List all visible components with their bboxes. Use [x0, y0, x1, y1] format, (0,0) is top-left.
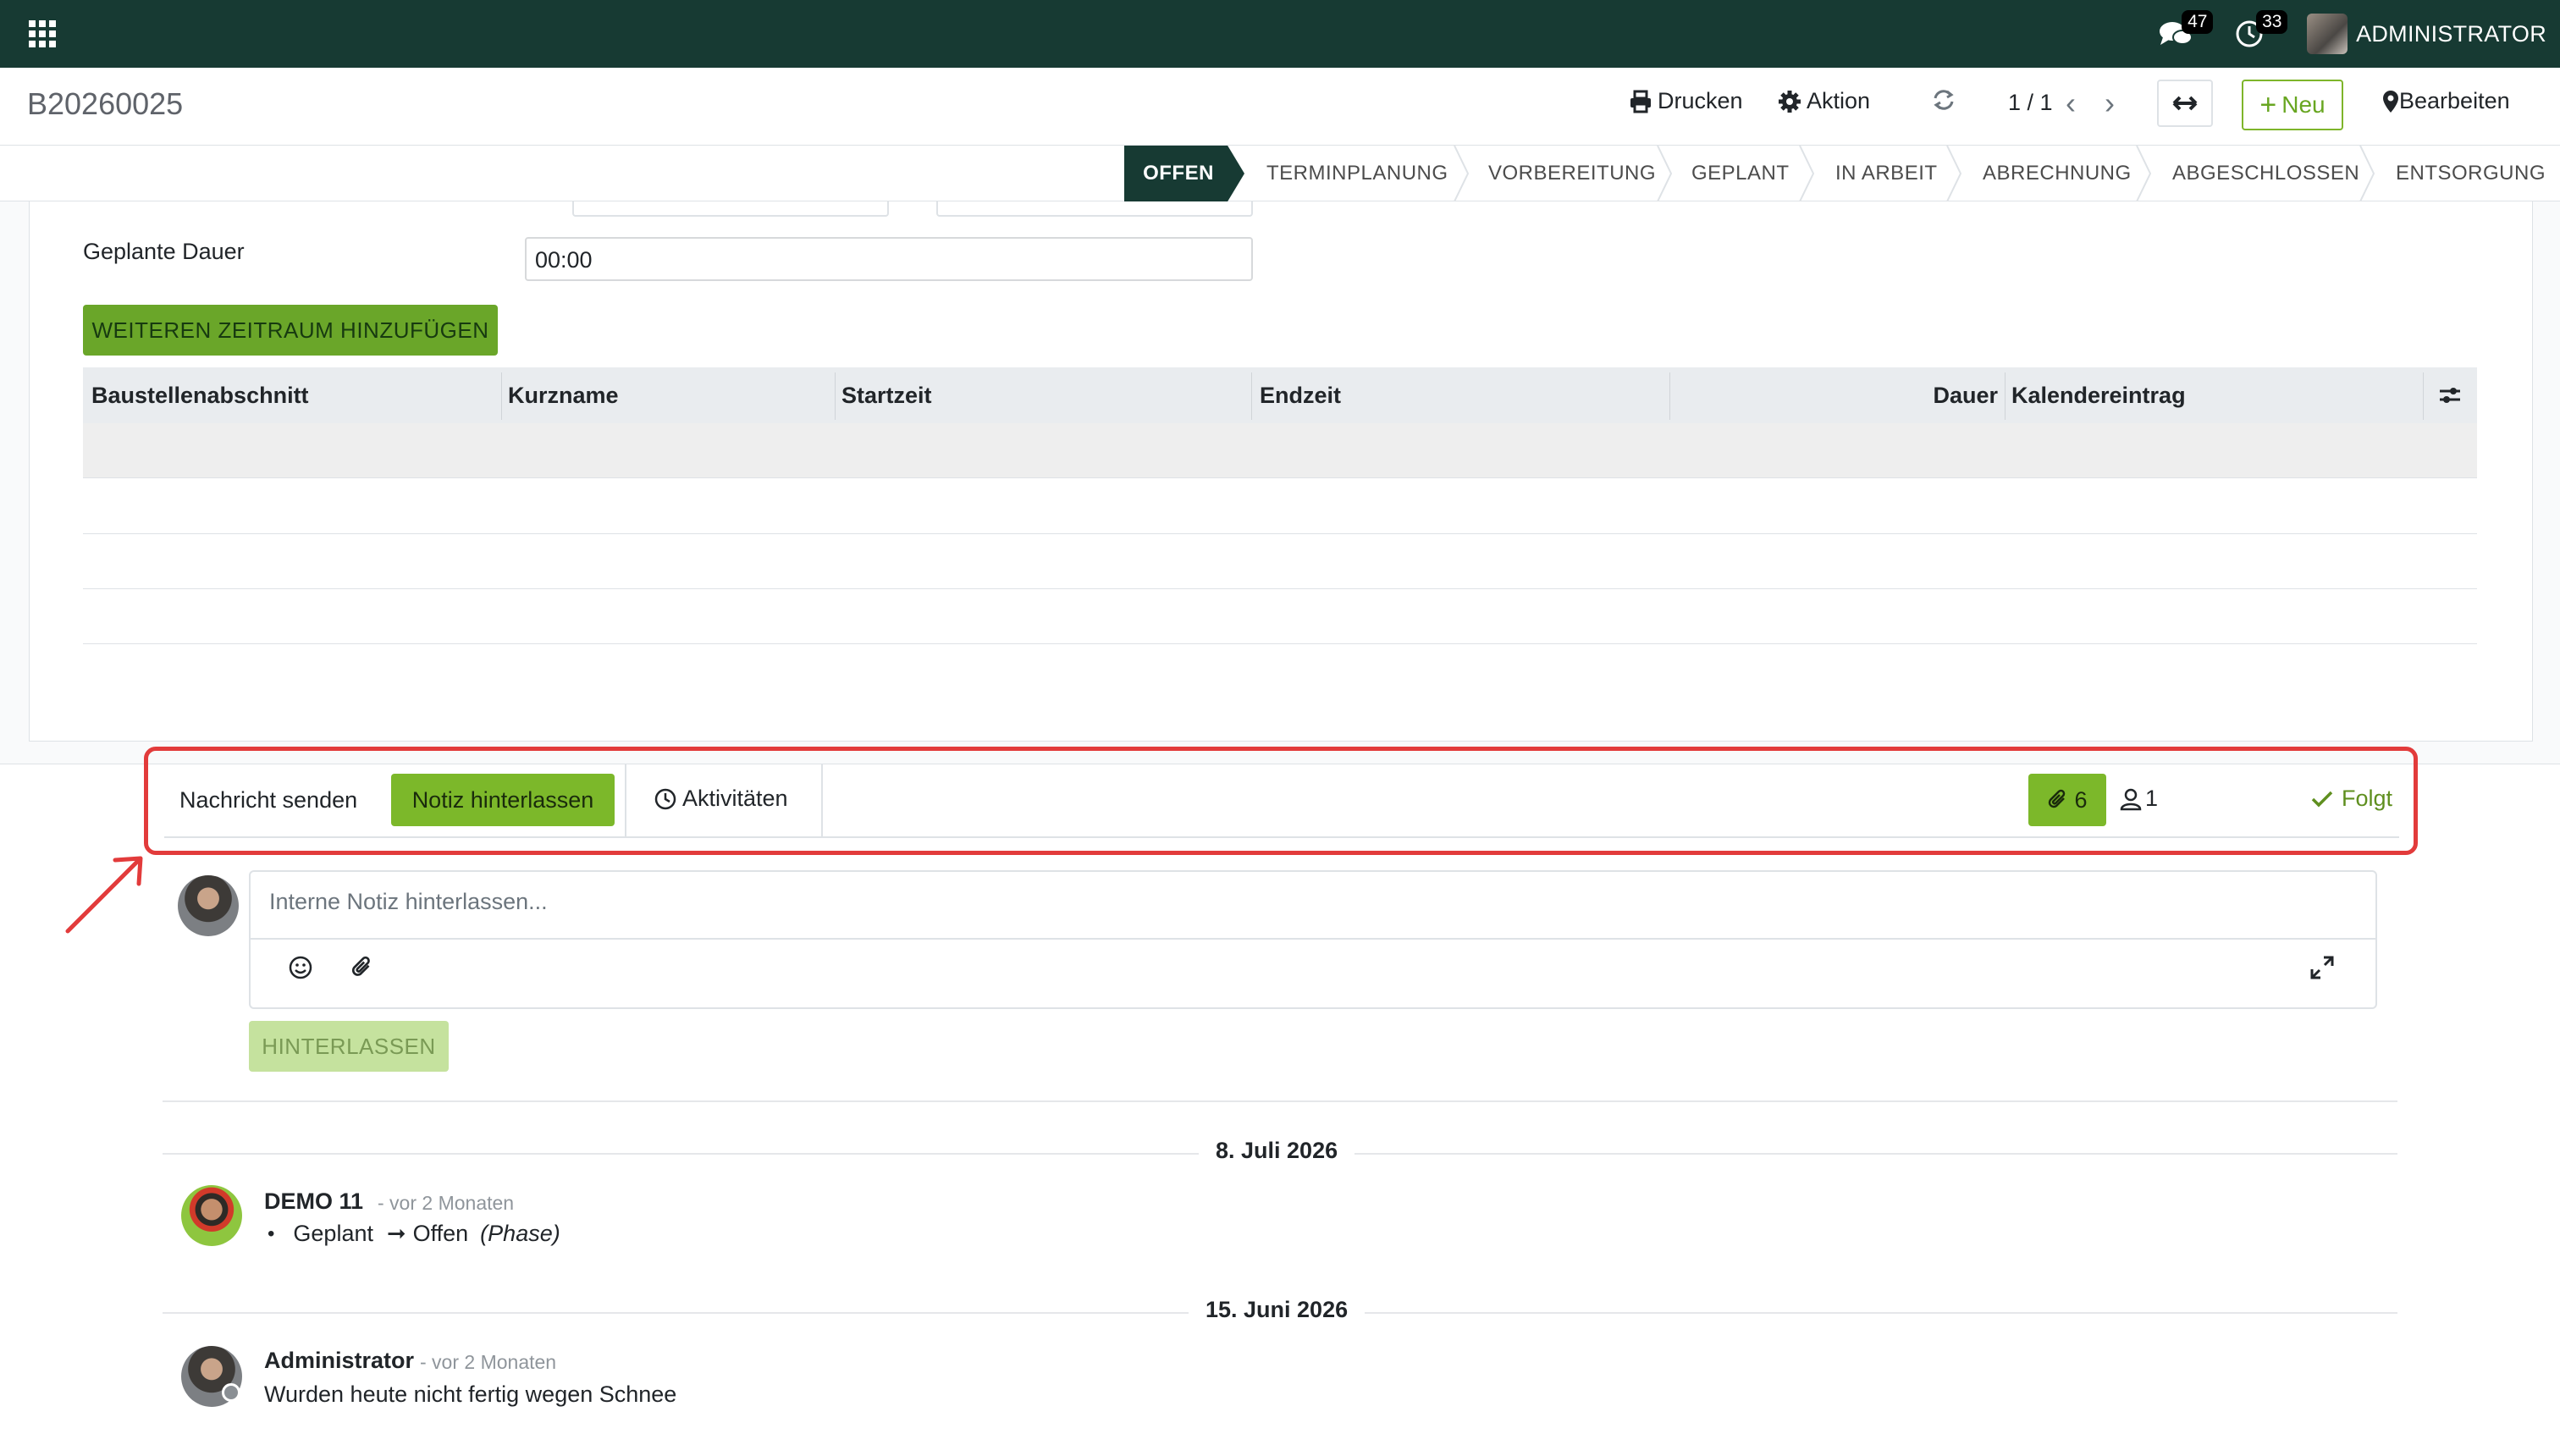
print-label: Drucken: [1658, 88, 1743, 113]
tracking-value: • Geplant ➞ Offen (Phase): [268, 1221, 560, 1246]
add-time-range-button[interactable]: WEITEREN ZEITRAUM HINZUFÜGEN: [83, 305, 498, 356]
pager-next-icon[interactable]: ›: [2105, 88, 2115, 119]
user-name: ADMINISTRATOR: [2356, 20, 2546, 47]
stage-in-arbeit[interactable]: IN ARBEIT: [1835, 146, 1938, 201]
messages-count-badge: 47: [2182, 10, 2214, 34]
table-row: [83, 423, 2477, 478]
stage-terminplanung[interactable]: TERMINPLANUNG: [1266, 146, 1448, 201]
stage-vorbereitung[interactable]: VORBEREITUNG: [1488, 146, 1656, 201]
stage-active[interactable]: OFFEN: [1124, 146, 1244, 201]
new-label: Neu: [2281, 91, 2326, 118]
user-avatar: [2307, 14, 2348, 54]
tracking-field-name: (Phase): [480, 1221, 560, 1246]
toggle-width-button[interactable]: [2157, 80, 2213, 127]
right-arrow-icon: ➞: [386, 1221, 406, 1246]
breadcrumb-record-name[interactable]: B20260025: [27, 86, 183, 122]
reload-button[interactable]: [1932, 88, 1961, 112]
column-header[interactable]: Kalendereintrag: [2011, 367, 2186, 423]
action-label: Aktion: [1807, 88, 1871, 113]
table-row: [83, 479, 2477, 534]
expand-composer-icon[interactable]: [2309, 955, 2335, 980]
stage-abgeschlossen[interactable]: ABGESCHLOSSEN: [2172, 146, 2359, 201]
stage-separator: [2359, 146, 2375, 201]
optional-columns-icon[interactable]: [2438, 384, 2462, 406]
apps-menu-icon[interactable]: [29, 20, 56, 47]
stage-separator: [2136, 146, 2152, 201]
date-separator-line: [163, 1100, 2397, 1102]
map-marker-icon: [2383, 90, 2398, 113]
highlight-annotation-box: [144, 747, 2418, 855]
gear-icon: [1779, 90, 1801, 113]
pager-value[interactable]: 1 / 1: [2008, 90, 2053, 116]
refresh-icon: [1934, 90, 1954, 110]
navbar-systray: 47 33 ADMINISTRATOR: [2139, 0, 2546, 68]
column-header[interactable]: Kurzname: [508, 367, 619, 423]
arrows-horizontal-icon: [2172, 96, 2198, 111]
red-annotation-arrow-icon: [65, 856, 143, 934]
tracking-old-value: Geplant: [293, 1221, 373, 1246]
message-date: - vor 2 Monaten: [378, 1192, 515, 1214]
column-header[interactable]: Baustellenabschnitt: [91, 367, 309, 423]
composer-avatar: [178, 875, 239, 936]
column-separator: [1251, 372, 1252, 420]
log-note-submit-button[interactable]: HINTERLASSEN: [249, 1021, 449, 1072]
top-navbar: 47 33 ADMINISTRATOR: [0, 0, 2560, 68]
column-separator: [501, 372, 502, 420]
edit-label: Bearbeiten: [2399, 88, 2510, 113]
printer-icon: [1630, 90, 1651, 113]
composer-input[interactable]: Interne Notiz hinterlassen...: [269, 889, 2360, 915]
stage-geplant[interactable]: GEPLANT: [1691, 146, 1790, 201]
column-separator: [2005, 372, 2006, 420]
clipped-input-field[interactable]: [572, 201, 889, 217]
composer-divider: [251, 938, 2375, 940]
planned-duration-input[interactable]: 00:00: [525, 237, 1253, 281]
plus-icon: +: [2259, 89, 2277, 121]
author-avatar[interactable]: [181, 1185, 242, 1246]
table-row: [83, 534, 2477, 589]
stage-entsorgung[interactable]: ENTSORGUNG: [2396, 146, 2546, 201]
pager-previous-icon[interactable]: ‹: [2066, 88, 2076, 119]
message-body: Wurden heute nicht fertig wegen Schnee: [264, 1382, 677, 1407]
stage-separator: [1454, 146, 1470, 201]
message-author[interactable]: Administrator: [264, 1348, 414, 1374]
paperclip-icon[interactable]: [350, 955, 374, 980]
stage-abrechnung[interactable]: ABRECHNUNG: [1983, 146, 2132, 201]
column-separator: [1669, 372, 1670, 420]
planned-duration-label: Geplante Dauer: [83, 239, 245, 264]
activity-menu[interactable]: 33: [2234, 0, 2288, 68]
print-button[interactable]: Drucken: [1629, 88, 1743, 114]
emoji-icon[interactable]: [288, 955, 313, 980]
tracking-new-value: Offen: [412, 1221, 469, 1246]
stage-separator: [1946, 146, 1962, 201]
column-separator: [2423, 372, 2424, 420]
message-date: - vor 2 Monaten: [420, 1351, 557, 1373]
action-button[interactable]: Aktion: [1778, 88, 1870, 114]
column-header[interactable]: Startzeit: [841, 367, 932, 423]
column-header[interactable]: Endzeit: [1260, 367, 1341, 423]
messaging-menu[interactable]: 47: [2158, 0, 2215, 68]
message-author[interactable]: DEMO 11: [264, 1189, 363, 1215]
edit-button[interactable]: Bearbeiten: [2382, 88, 2510, 114]
date-separator: 15. Juni 2026: [1189, 1297, 1366, 1331]
presence-status-dot: [222, 1383, 240, 1402]
stage-separator: [1657, 146, 1673, 201]
user-menu[interactable]: ADMINISTRATOR: [2307, 0, 2546, 68]
clipped-input-field[interactable]: [936, 201, 1253, 217]
column-header[interactable]: Dauer: [1671, 367, 1998, 423]
table-row: [83, 589, 2477, 644]
column-separator: [835, 372, 836, 420]
activities-count-badge: 33: [2256, 10, 2288, 34]
new-record-button[interactable]: + Neu: [2242, 80, 2343, 130]
date-separator: 8. Juli 2026: [1199, 1138, 1355, 1172]
stage-separator: [1799, 146, 1815, 201]
